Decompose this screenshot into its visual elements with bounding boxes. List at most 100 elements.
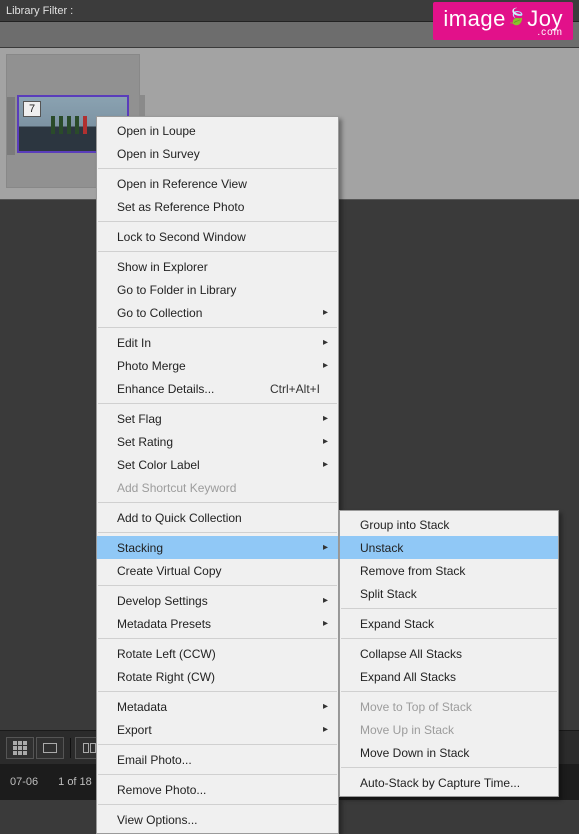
ctx-item-export[interactable]: Export [97,718,338,741]
stack-separator [341,638,557,639]
menu-item-label: Unstack [360,541,403,555]
ctx-separator [98,221,337,222]
menu-item-label: Expand All Stacks [360,670,456,684]
ctx-item-open-in-loupe[interactable]: Open in Loupe [97,119,338,142]
menu-item-label: Remove Photo... [117,783,206,797]
menu-item-label: Set Color Label [117,458,200,472]
ctx-item-go-to-folder-in-library[interactable]: Go to Folder in Library [97,278,338,301]
ctx-item-set-color-label[interactable]: Set Color Label [97,453,338,476]
ctx-item-edit-in[interactable]: Edit In [97,331,338,354]
ctx-item-enhance-details[interactable]: Enhance Details... Ctrl+Alt+I [97,377,338,400]
loupe-view-button[interactable] [36,737,64,759]
ctx-item-develop-settings[interactable]: Develop Settings [97,589,338,612]
menu-item-label: Photo Merge [117,359,186,373]
ctx-item-rotate-left-ccw[interactable]: Rotate Left (CCW) [97,642,338,665]
menu-item-label: Set as Reference Photo [117,200,244,214]
ctx-item-photo-merge[interactable]: Photo Merge [97,354,338,377]
menu-item-label: Expand Stack [360,617,434,631]
menu-item-label: Open in Survey [117,147,200,161]
menu-item-label: Email Photo... [117,753,192,767]
ctx-separator [98,502,337,503]
ctx-separator [98,744,337,745]
ctx-item-email-photo[interactable]: Email Photo... [97,748,338,771]
stack-item-expand-all-stacks[interactable]: Expand All Stacks [340,665,558,688]
ctx-item-open-in-survey[interactable]: Open in Survey [97,142,338,165]
menu-item-label: Remove from Stack [360,564,465,578]
ctx-separator [98,691,337,692]
stack-item-move-down-in-stack[interactable]: Move Down in Stack [340,741,558,764]
ctx-item-create-virtual-copy[interactable]: Create Virtual Copy [97,559,338,582]
stack-item-expand-stack[interactable]: Expand Stack [340,612,558,635]
menu-item-label: Edit In [117,336,151,350]
menu-item-shortcut: Ctrl+Alt+I [270,382,320,396]
menu-item-label: Group into Stack [360,518,449,532]
ctx-item-show-in-explorer[interactable]: Show in Explorer [97,255,338,278]
stack-count-badge[interactable]: 7 [23,101,41,117]
ctx-item-lock-to-second-window[interactable]: Lock to Second Window [97,225,338,248]
leaf-icon: 🍃 [507,7,527,27]
ctx-separator [98,327,337,328]
menu-item-label: View Options... [117,813,197,827]
context-menu[interactable]: Open in Loupe Open in Survey Open in Refer… [96,116,339,834]
ctx-item-rotate-right-cw[interactable]: Rotate Right (CW) [97,665,338,688]
menu-item-label: Add Shortcut Keyword [117,481,236,495]
menu-item-label: Rotate Right (CW) [117,670,215,684]
menu-item-label: Move to Top of Stack [360,700,472,714]
ctx-item-set-as-reference-photo[interactable]: Set as Reference Photo [97,195,338,218]
menu-item-label: Add to Quick Collection [117,511,242,525]
ctx-item-remove-photo[interactable]: Remove Photo... [97,778,338,801]
ctx-item-metadata-presets[interactable]: Metadata Presets [97,612,338,635]
menu-item-label: Split Stack [360,587,417,601]
menu-item-label: Show in Explorer [117,260,208,274]
menu-item-label: Develop Settings [117,594,208,608]
ctx-item-add-shortcut-keyword: Add Shortcut Keyword [97,476,338,499]
menu-item-label: Stacking [117,541,163,555]
menu-item-label: Rotate Left (CCW) [117,647,216,661]
menu-item-label: Open in Reference View [117,177,247,191]
stack-item-unstack[interactable]: Unstack [340,536,558,559]
ctx-item-metadata[interactable]: Metadata [97,695,338,718]
ctx-item-go-to-collection[interactable]: Go to Collection [97,301,338,324]
stack-item-move-up-in-stack: Move Up in Stack [340,718,558,741]
stack-separator [341,608,557,609]
menu-item-label: Auto-Stack by Capture Time... [360,776,520,790]
menu-item-label: Move Up in Stack [360,723,454,737]
ctx-separator [98,251,337,252]
menu-item-label: Export [117,723,152,737]
ctx-separator [98,532,337,533]
menu-item-label: Go to Folder in Library [117,283,236,297]
stack-item-split-stack[interactable]: Split Stack [340,582,558,605]
menu-item-label: Collapse All Stacks [360,647,462,661]
menu-item-label: Lock to Second Window [117,230,246,244]
status-count: 1 of 18 [58,776,92,788]
ctx-separator [98,774,337,775]
ctx-item-open-in-reference-view[interactable]: Open in Reference View [97,172,338,195]
stack-item-auto-stack-by-capture-time[interactable]: Auto-Stack by Capture Time... [340,771,558,794]
ctx-separator [98,804,337,805]
menu-item-label: Move Down in Stack [360,746,469,760]
menu-item-label: Metadata Presets [117,617,211,631]
stacking-submenu[interactable]: Group into Stack Unstack Remove from Stack… [339,510,559,797]
ctx-item-set-rating[interactable]: Set Rating [97,430,338,453]
ctx-separator [98,168,337,169]
menu-item-label: Create Virtual Copy [117,564,222,578]
stack-item-move-to-top-of-stack: Move to Top of Stack [340,695,558,718]
ctx-item-stacking[interactable]: Stacking [97,536,338,559]
ctx-item-set-flag[interactable]: Set Flag [97,407,338,430]
ctx-item-add-to-quick-collection[interactable]: Add to Quick Collection [97,506,338,529]
grid-view-button[interactable] [6,737,34,759]
menu-item-label: Open in Loupe [117,124,196,138]
stack-separator [341,691,557,692]
ctx-separator [98,585,337,586]
ctx-item-view-options[interactable]: View Options... [97,808,338,831]
stack-item-collapse-all-stacks[interactable]: Collapse All Stacks [340,642,558,665]
watermark-logo: image🍃Joy .com [433,2,573,40]
stack-separator [341,767,557,768]
menu-item-label: Go to Collection [117,306,202,320]
menu-item-label: Metadata [117,700,167,714]
ctx-separator [98,403,337,404]
menu-item-label: Set Rating [117,435,173,449]
stack-item-remove-from-stack[interactable]: Remove from Stack [340,559,558,582]
stack-item-group-into-stack[interactable]: Group into Stack [340,513,558,536]
menu-item-label: Enhance Details... [117,382,214,396]
